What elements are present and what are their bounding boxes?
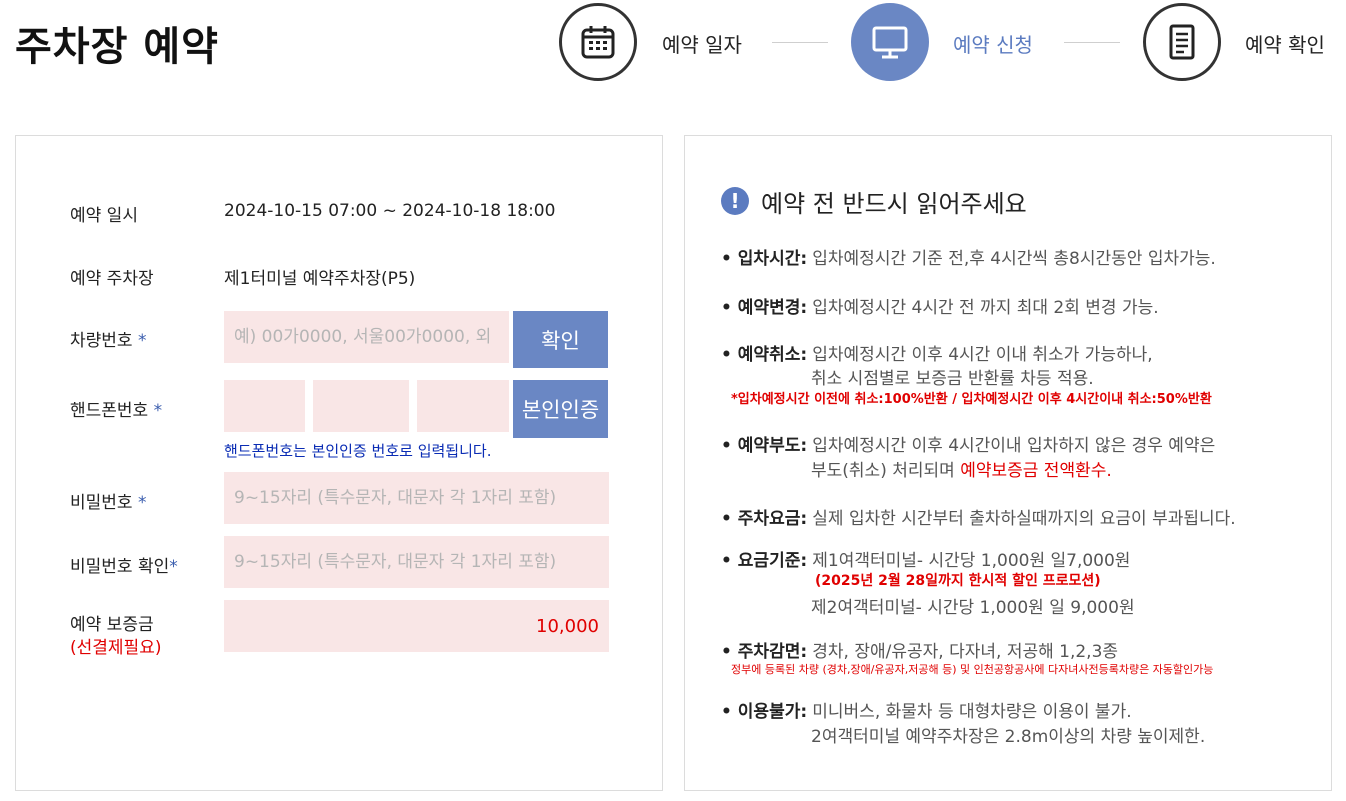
required-mark: * <box>137 331 147 351</box>
notice-item-text: 제2여객터미널- 시간당 1,000원 일 9,000원 <box>811 598 1135 618</box>
calendar-icon <box>581 26 615 59</box>
datetime-value: 2024-10-15 07:00 ~ 2024-10-18 18:00 <box>224 201 556 221</box>
notice-item-label-text: 주차감면 <box>737 642 801 662</box>
promotion-note: (2025년 2월 28일까지 한시적 할인 프로모션) <box>815 573 1101 589</box>
deposit-label-text: 예약 보증금 <box>70 615 154 635</box>
notice-item-noshow: • 예약부도: 입차예정시간 이후 4시간이내 입차하지 않은 경우 예약은 <box>721 431 1215 456</box>
required-mark: * <box>169 557 178 577</box>
notice-item-label: • 주차감면: <box>721 642 808 662</box>
notice-item-rate: • 요금기준: 제1여객터미널- 시간당 1,000원 일7,000원 <box>721 546 1130 571</box>
reservation-form: 예약 일시 2024-10-15 07:00 ~ 2024-10-18 18:0… <box>15 135 663 791</box>
notice-item-text: 입차예정시간 기준 전,후 4시간씩 총8시간동안 입차가능. <box>812 249 1216 269</box>
cancel-refund-note: *입차예정시간 이전에 취소:100%반환 / 입차예정시간 이후 4시간이내 … <box>731 392 1212 407</box>
step-date-label: 예약 일자 <box>662 33 742 57</box>
notice-item-text: 제1여객터미널- 시간당 1,000원 일7,000원 <box>812 551 1131 571</box>
notice-item-text: 실제 입차한 시간부터 출차하실때까지의 요금이 부과됩니다. <box>812 509 1236 529</box>
step-confirm-icon-circle <box>1143 3 1221 81</box>
notice-item-label: • 주차요금: <box>721 509 808 529</box>
phone-part3-input[interactable] <box>417 380 509 432</box>
notice-item-text: 2여객터미널 예약주차장은 2.8m이상의 차량 높이제한. <box>811 727 1206 747</box>
password-confirm-label-text: 비밀번호 확인 <box>70 557 170 577</box>
notice-item-text: 경차, 장애/유공자, 다자녀, 저공해 1,2,3종 <box>812 642 1119 662</box>
car-number-confirm-button[interactable]: 확인 <box>513 311 608 368</box>
notice-item-label-text: 요금기준 <box>737 551 801 571</box>
deposit-label: 예약 보증금 (선결제필요) <box>70 614 161 660</box>
notice-item-discount: • 주차감면: 경차, 장애/유공자, 다자녀, 저공해 1,2,3종 <box>721 637 1118 662</box>
discount-eligibility-note: 정부에 등록된 차량 (경차,장애/유공자,저공해 등) 및 인천공항공사에 다… <box>731 663 1214 676</box>
notice-title: 예약 전 반드시 읽어주세요 <box>761 190 1027 218</box>
phone-label-text: 핸드폰번호 <box>70 401 149 421</box>
notice-panel: ! 예약 전 반드시 읽어주세요 • 입차시간: 입차예정시간 기준 전,후 4… <box>684 135 1332 791</box>
car-number-input[interactable] <box>224 311 509 363</box>
datetime-label: 예약 일시 <box>70 206 138 226</box>
document-icon <box>1169 24 1195 60</box>
notice-item-entry-time: • 입차시간: 입차예정시간 기준 전,후 4시간씩 총8시간동안 입차가능. <box>721 244 1216 269</box>
required-mark: * <box>153 401 163 421</box>
step-divider <box>1064 42 1120 43</box>
page-title: 주차장 예약 <box>15 24 219 70</box>
notice-item-label-text: 주차요금 <box>737 509 801 529</box>
notice-item-text: 입차예정시간 4시간 전 까지 최대 2회 변경 가능. <box>812 298 1159 318</box>
password-confirm-input[interactable] <box>224 536 609 588</box>
notice-item-label-text: 이용불가 <box>737 702 801 722</box>
deposit-prepay-note: (선결제필요) <box>70 638 162 658</box>
notice-item-label-text: 예약부도 <box>737 436 801 456</box>
notice-item-change: • 예약변경: 입차예정시간 4시간 전 까지 최대 2회 변경 가능. <box>721 293 1159 318</box>
notice-item-label: • 예약변경: <box>721 298 808 318</box>
notice-item-label-text: 입차시간 <box>737 249 801 269</box>
notice-item-label: • 예약부도: <box>721 436 808 456</box>
step-date-icon-circle <box>559 3 637 81</box>
notice-item-label: • 요금기준: <box>721 551 808 571</box>
notice-item-restriction: • 이용불가: 미니버스, 화물차 등 대형차량은 이용이 불가. <box>721 697 1132 722</box>
step-confirm-label: 예약 확인 <box>1245 33 1325 57</box>
phone-help-text: 핸드폰번호는 본인인증 번호로 입력됩니다. <box>224 442 492 460</box>
notice-item-label: • 예약취소: <box>721 345 808 365</box>
required-mark: * <box>137 493 147 513</box>
deposit-amount: 10,000 <box>224 600 609 652</box>
phone-label: 핸드폰번호 * <box>70 396 162 421</box>
phone-part2-input[interactable] <box>313 380 409 432</box>
notice-item-label-text: 예약변경 <box>737 298 801 318</box>
notice-item-text: 입차예정시간 이후 4시간 이내 취소가 가능하나, <box>812 345 1153 365</box>
notice-item-label: • 이용불가: <box>721 702 808 722</box>
notice-item-text-part: 부도(취소) 처리되며 <box>811 461 961 481</box>
deposit-forfeit-note: 예약보증금 전액환수. <box>960 461 1112 481</box>
step-divider <box>772 42 828 43</box>
password-input[interactable] <box>224 472 609 524</box>
phone-part1-input[interactable] <box>224 380 305 432</box>
notice-item-fee: • 주차요금: 실제 입차한 시간부터 출차하실때까지의 요금이 부과됩니다. <box>721 504 1236 529</box>
car-number-label: 차량번호 * <box>70 326 146 351</box>
notice-item-text: 미니버스, 화물차 등 대형차량은 이용이 불가. <box>812 702 1132 722</box>
step-apply-label: 예약 신청 <box>953 33 1033 57</box>
parking-lot-value: 제1터미널 예약주차장(P5) <box>224 269 416 289</box>
notice-item-text: 취소 시점별로 보증금 반환률 차등 적용. <box>811 369 1094 389</box>
password-confirm-label: 비밀번호 확인* <box>70 552 178 577</box>
parking-lot-label: 예약 주차장 <box>70 269 154 289</box>
notice-item-text: 부도(취소) 처리되며 예약보증금 전액환수. <box>811 456 1112 481</box>
notice-item-label-text: 예약취소 <box>737 345 801 365</box>
exclamation-icon: ! <box>721 187 749 215</box>
identity-verify-button[interactable]: 본인인증 <box>513 380 608 438</box>
notice-item-label: • 입차시간: <box>721 249 808 269</box>
step-apply-icon-circle <box>851 3 929 81</box>
password-label: 비밀번호 * <box>70 488 146 513</box>
password-label-text: 비밀번호 <box>70 493 133 513</box>
notice-item-cancel: • 예약취소: 입차예정시간 이후 4시간 이내 취소가 가능하나, <box>721 340 1153 365</box>
monitor-icon <box>872 26 908 59</box>
car-number-label-text: 차량번호 <box>70 331 133 351</box>
notice-item-text: 입차예정시간 이후 4시간이내 입차하지 않은 경우 예약은 <box>812 436 1216 456</box>
